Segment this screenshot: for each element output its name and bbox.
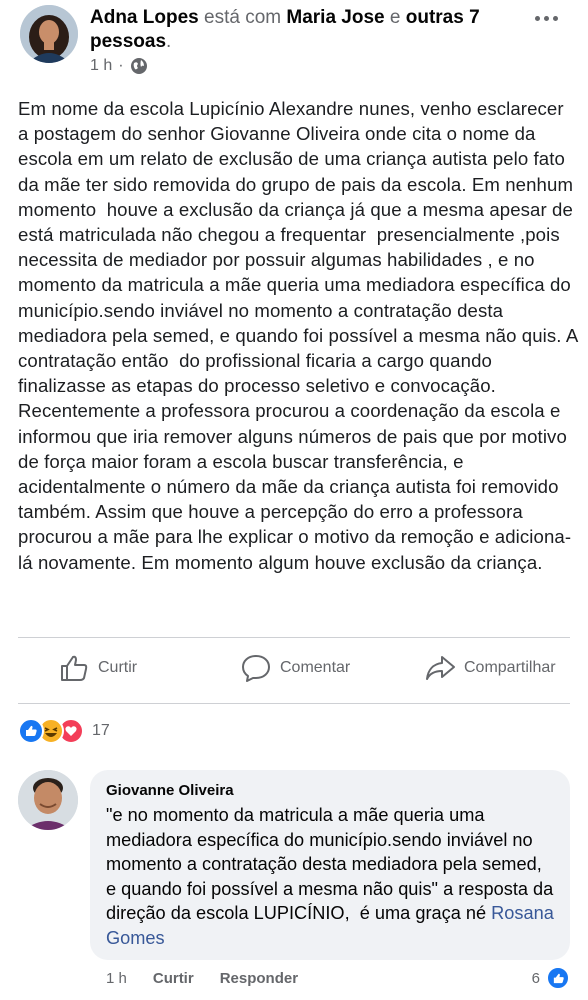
comment-likes-count: 6 (531, 969, 540, 987)
more-options-icon[interactable] (532, 8, 560, 28)
comment-like-reaction-icon (546, 966, 570, 990)
globe-icon (130, 58, 147, 74)
comment-reply-button[interactable]: Responder (220, 970, 298, 987)
tagged-name[interactable]: Maria Jose (286, 7, 384, 28)
post-header: Adna Lopes está com Maria Jose e outras … (0, 0, 588, 88)
comment-like-button[interactable]: Curtir (153, 970, 194, 987)
reactions-count: 17 (92, 722, 110, 739)
post-time[interactable]: 1 h (90, 57, 112, 75)
comment-likes[interactable]: 6 (532, 966, 570, 990)
commenter-avatar[interactable] (18, 770, 78, 830)
commenter-name[interactable]: Giovanne Oliveira (106, 782, 554, 799)
comment-footer: 1 h Curtir Responder (106, 970, 298, 987)
divider-top (18, 637, 570, 638)
post-actions: Curtir Comentar Compartilhar (0, 640, 588, 702)
share-icon (426, 656, 455, 680)
comment-time[interactable]: 1 h (106, 970, 127, 987)
author-avatar-image (20, 5, 78, 63)
comment-icon (242, 655, 270, 682)
post-text: Em nome da escola Lupicínio Alexandre nu… (18, 98, 583, 573)
divider-bottom (18, 703, 570, 704)
comment-button[interactable]: Comentar (240, 652, 350, 684)
comment-text: "e no momento da matricula a mãe queria … (106, 803, 554, 951)
thumbs-up-icon (61, 655, 88, 681)
like-reaction-icon (18, 718, 44, 744)
author-name[interactable]: Adna Lopes (90, 7, 199, 28)
like-label: Curtir (98, 659, 138, 676)
and-text: e (384, 7, 406, 28)
post-header-text: Adna Lopes está com Maria Jose e outras … (90, 6, 510, 54)
period: . (166, 31, 172, 52)
post-body: Em nome da escola Lupicínio Alexandre nu… (18, 96, 578, 575)
share-button[interactable]: Compartilhar (424, 652, 556, 684)
with-text: está com (198, 7, 287, 28)
comment-label: Comentar (280, 659, 351, 676)
comment-bubble: Giovanne Oliveira "e no momento da matri… (90, 770, 570, 960)
meta-separator: · (118, 57, 124, 74)
share-label: Compartilhar (464, 659, 556, 676)
author-avatar[interactable] (20, 5, 78, 63)
commenter-avatar-image (18, 770, 78, 830)
reactions-summary[interactable]: 17 (18, 718, 110, 744)
post-meta: 1 h · (90, 57, 148, 75)
like-button[interactable]: Curtir (58, 652, 137, 684)
